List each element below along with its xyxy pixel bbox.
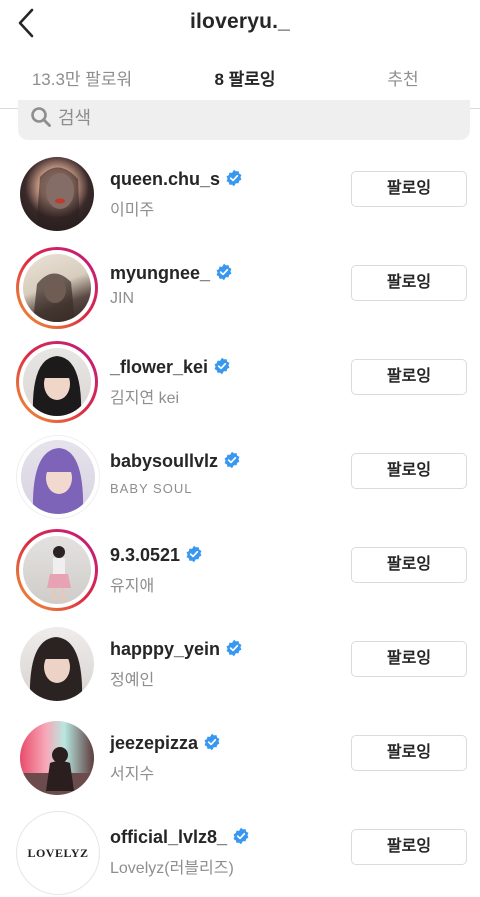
display-name: 이미주 [110,202,155,219]
following-button[interactable]: 팔로잉 [351,453,467,489]
username-link[interactable]: official_lvlz8_ [110,827,250,848]
list-item: LOVELYZ official_lvlz8_ Lovelyz(러블리즈) 팔로… [0,803,480,897]
display-name: Lovelyz(러블리즈) [110,860,234,877]
verified-badge-icon [233,827,249,845]
avatar[interactable]: LOVELYZ [16,811,100,895]
display-name: 김지연 kei [110,390,180,407]
verified-badge-icon [204,733,220,751]
lovelyz-logo: LOVELYZ [27,845,89,860]
username-link[interactable]: babysoullvlz [110,451,241,472]
avatar[interactable] [16,153,98,235]
following-button[interactable]: 팔로잉 [351,735,467,771]
username-link[interactable]: queen.chu_s [110,169,243,190]
username-link[interactable]: myungnee_ [110,263,233,284]
following-button[interactable]: 팔로잉 [351,359,467,395]
avatar[interactable] [16,529,98,611]
list-item: 9.3.0521 유지애 팔로잉 [0,521,480,615]
list-item: babysoullvlz BABY SOUL 팔로잉 [0,427,480,521]
username-link[interactable]: happpy_yein [110,639,243,660]
list-item: _flower_kei 김지연 kei 팔로잉 [0,333,480,427]
verified-badge-icon [226,169,242,187]
verified-badge-icon [186,545,202,563]
display-name: BABY SOUL [110,481,193,496]
list-item: myungnee_ JIN 팔로잉 [0,239,480,333]
search-input[interactable] [58,100,438,136]
profile-photo-icon [20,747,94,795]
following-button[interactable]: 팔로잉 [351,547,467,583]
following-button[interactable]: 팔로잉 [351,265,467,301]
avatar[interactable] [16,623,98,705]
avatar[interactable] [16,247,98,329]
verified-badge-icon [224,451,240,469]
following-button[interactable]: 팔로잉 [351,829,467,865]
list-item: queen.chu_s 이미주 팔로잉 [0,145,480,239]
search-icon [31,107,51,127]
display-name: JIN [110,290,134,307]
search-bar[interactable] [18,100,470,140]
avatar[interactable] [16,341,98,423]
list-item: jeezepizza 서지수 팔로잉 [0,709,480,803]
profile-photo-icon [33,273,75,322]
display-name: 서지수 [110,766,155,783]
following-button[interactable]: 팔로잉 [351,641,467,677]
profile-photo-icon [32,448,84,514]
profile-photo-icon [36,167,80,231]
profile-photo-icon [47,546,71,602]
verified-badge-icon [216,263,232,281]
username-link[interactable]: jeezepizza [110,733,221,754]
username-link[interactable]: 9.3.0521 [110,545,203,566]
display-name: 유지애 [110,578,155,595]
following-button[interactable]: 팔로잉 [351,171,467,207]
profile-photo-icon [29,637,83,701]
header: iloveryu._ [0,0,480,50]
display-name: 정예인 [110,672,155,689]
username-link[interactable]: _flower_kei [110,357,231,378]
avatar[interactable] [16,435,100,519]
verified-badge-icon [226,639,242,657]
verified-badge-icon [214,357,230,375]
list-item: happpy_yein 정예인 팔로잉 [0,615,480,709]
page-title: iloveryu._ [189,10,291,33]
avatar[interactable] [16,717,98,799]
profile-photo-icon [32,356,82,416]
